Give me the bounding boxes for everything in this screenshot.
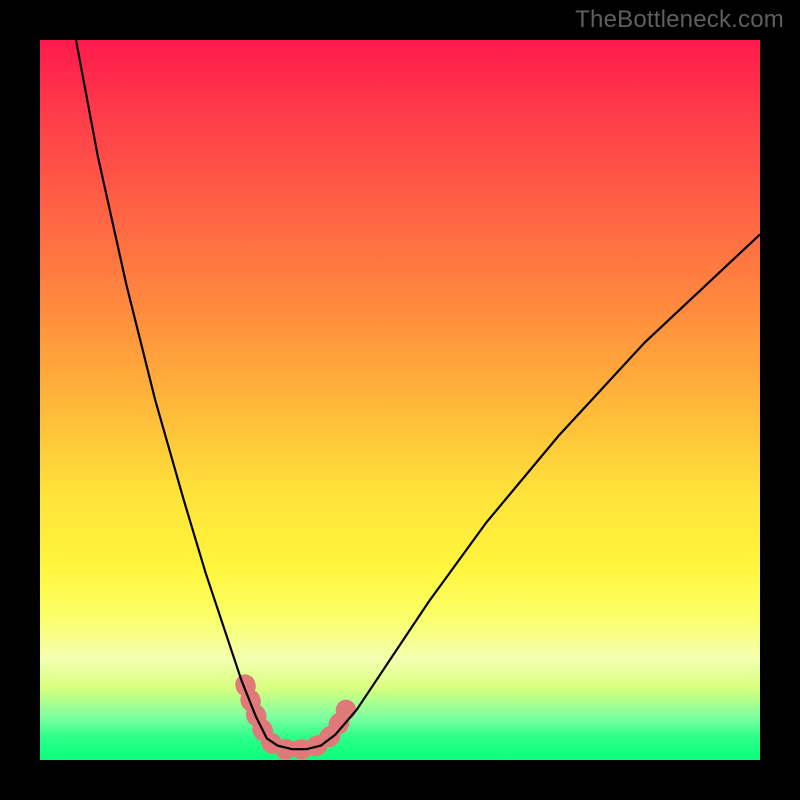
- chart-frame: TheBottleneck.com: [0, 0, 800, 800]
- plot-area: [40, 40, 760, 760]
- bottleneck-curve: [76, 40, 760, 749]
- curve-svg: [40, 40, 760, 760]
- watermark-text: TheBottleneck.com: [575, 6, 784, 34]
- highlight-dots: [245, 684, 346, 749]
